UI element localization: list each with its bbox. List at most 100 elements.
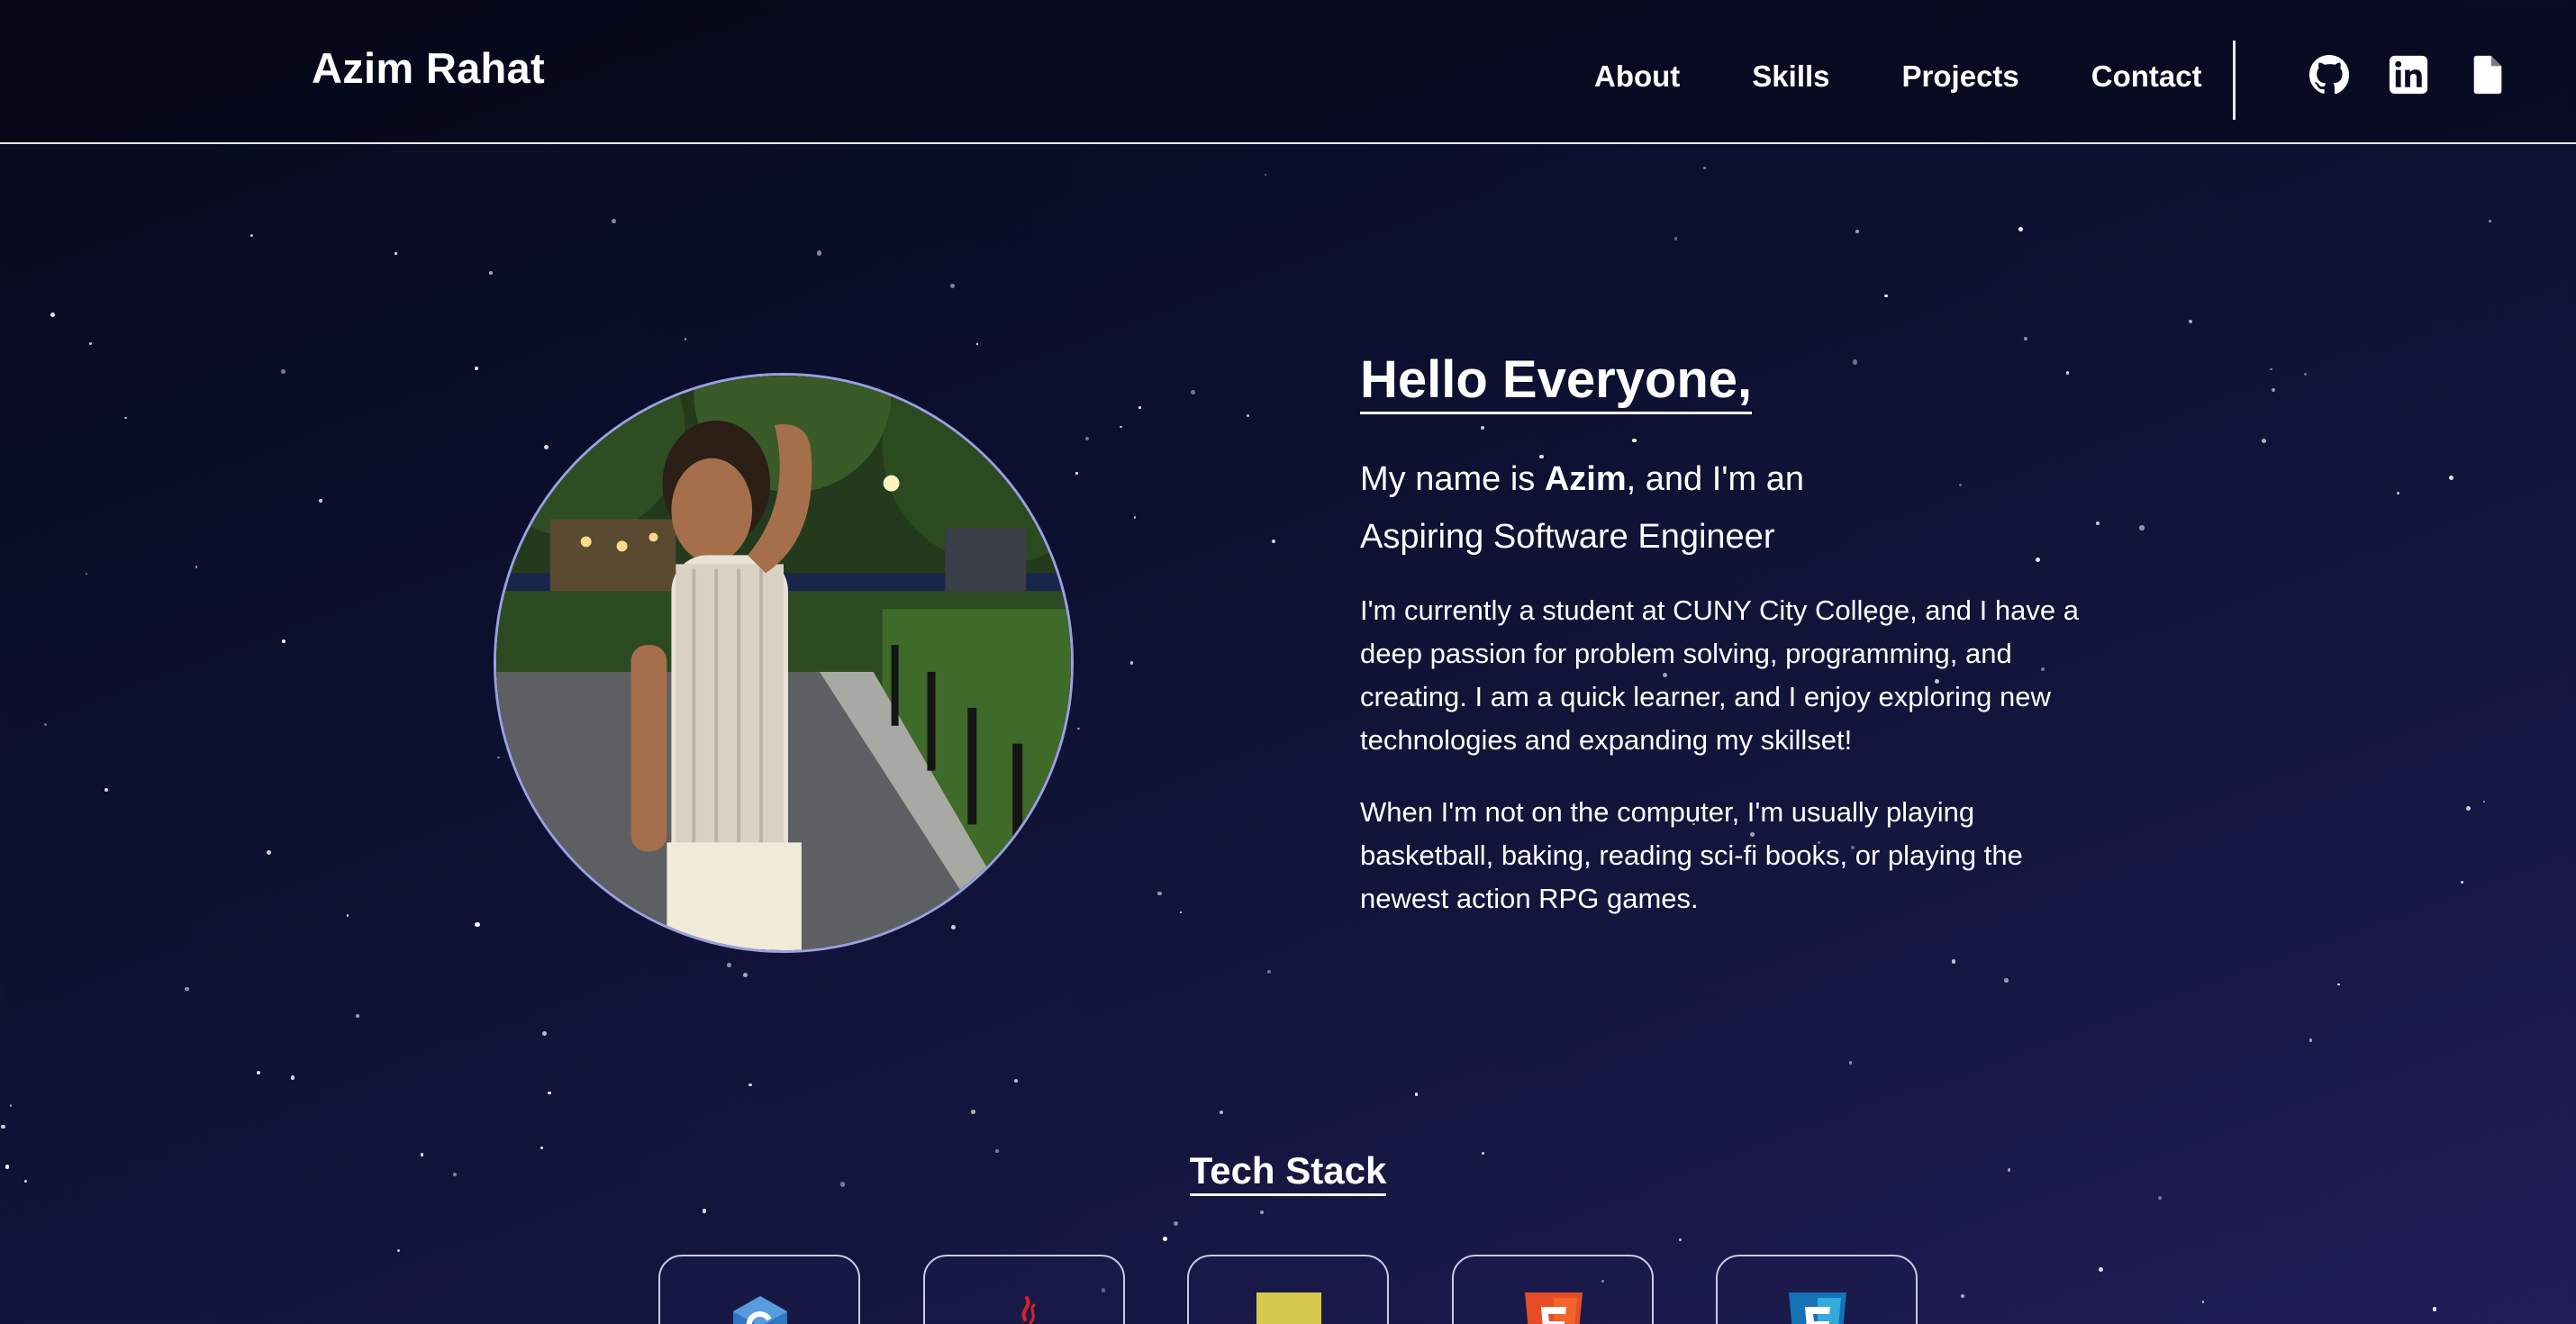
intro-paragraph-2: When I'm not on the computer, I'm usuall… bbox=[1360, 795, 2023, 914]
star bbox=[1075, 472, 1079, 475]
star bbox=[2099, 1267, 2104, 1273]
tech-stack-heading: Tech Stack bbox=[1189, 1149, 1387, 1196]
star bbox=[475, 921, 480, 928]
star bbox=[1174, 1221, 1179, 1227]
github-icon[interactable] bbox=[2308, 54, 2350, 95]
nav-link-projects[interactable]: Projects bbox=[1902, 59, 2019, 94]
star bbox=[281, 639, 286, 644]
star bbox=[88, 341, 92, 345]
star bbox=[2158, 1196, 2162, 1200]
star bbox=[541, 1030, 548, 1037]
tech-card-css3[interactable] bbox=[1716, 1255, 1918, 1324]
star bbox=[1129, 661, 1133, 665]
star bbox=[475, 366, 479, 370]
nav-link-skills[interactable]: Skills bbox=[1752, 59, 1829, 94]
star bbox=[816, 250, 822, 256]
tech-card-html5[interactable] bbox=[1452, 1255, 1654, 1324]
starfield-background bbox=[0, 0, 2576, 1324]
star bbox=[743, 973, 748, 978]
star bbox=[1156, 891, 1162, 896]
star bbox=[2432, 1307, 2437, 1311]
star bbox=[1190, 390, 1195, 395]
profile-photo bbox=[494, 373, 1074, 953]
star bbox=[185, 986, 189, 992]
star bbox=[2018, 226, 2023, 231]
star bbox=[2024, 337, 2027, 340]
star bbox=[2261, 438, 2267, 444]
javascript-logo-icon bbox=[1256, 1292, 1321, 1324]
star bbox=[976, 343, 979, 346]
star bbox=[748, 1083, 753, 1087]
star bbox=[356, 1013, 360, 1018]
star bbox=[257, 1070, 261, 1075]
star bbox=[2272, 388, 2276, 392]
star bbox=[497, 756, 500, 759]
html5-logo-icon bbox=[1521, 1292, 1586, 1324]
tech-stack-section: Tech Stack bbox=[0, 1149, 2576, 1196]
tech-card-javascript[interactable] bbox=[1187, 1255, 1389, 1324]
star bbox=[2303, 372, 2307, 376]
star bbox=[1219, 1111, 1223, 1115]
star bbox=[1120, 426, 1122, 429]
profile-photo-illustration bbox=[496, 376, 1071, 950]
star bbox=[1271, 539, 1276, 544]
lead-prefix: My name is bbox=[1360, 459, 1545, 498]
star bbox=[2336, 983, 2340, 986]
java-logo-icon bbox=[993, 1292, 1057, 1324]
star bbox=[290, 1075, 295, 1080]
star bbox=[396, 1248, 401, 1253]
star bbox=[488, 270, 493, 275]
star bbox=[1679, 1238, 1683, 1242]
tech-card-java[interactable] bbox=[923, 1255, 1125, 1324]
star bbox=[1179, 911, 1182, 913]
intro-lead: My name is Azim, and I'm an Aspiring Sof… bbox=[1360, 450, 2108, 566]
star bbox=[2465, 805, 2471, 811]
tech-card-c[interactable] bbox=[658, 1255, 860, 1324]
star bbox=[2460, 881, 2463, 884]
greeting-heading: Hello Everyone, bbox=[1360, 350, 1753, 414]
star bbox=[319, 498, 323, 503]
star bbox=[702, 1209, 707, 1213]
star bbox=[1264, 173, 1267, 177]
star bbox=[950, 924, 956, 930]
lead-name: Azim bbox=[1544, 459, 1627, 498]
star bbox=[86, 572, 88, 575]
nav-links: About Skills Projects Contact bbox=[1594, 59, 2202, 94]
star bbox=[104, 787, 108, 792]
star bbox=[1162, 1237, 1167, 1242]
star bbox=[1133, 516, 1137, 519]
css3-logo-icon bbox=[1785, 1292, 1850, 1324]
star bbox=[1084, 436, 1090, 441]
intro-section: Hello Everyone, My name is Azim, and I'm… bbox=[1360, 350, 2108, 920]
star bbox=[9, 1104, 12, 1107]
star bbox=[346, 913, 349, 917]
star bbox=[195, 566, 198, 568]
site-brand[interactable]: Azim Rahat bbox=[312, 43, 545, 93]
star bbox=[2488, 219, 2492, 223]
star bbox=[44, 723, 47, 727]
nav-divider bbox=[2233, 41, 2236, 120]
star bbox=[949, 283, 955, 288]
linkedin-icon[interactable] bbox=[2388, 54, 2429, 95]
star bbox=[1077, 727, 1080, 730]
star bbox=[2188, 319, 2193, 324]
star bbox=[2308, 1038, 2313, 1042]
star bbox=[1673, 237, 1678, 240]
star bbox=[124, 416, 127, 420]
star bbox=[611, 218, 617, 224]
star bbox=[266, 849, 271, 856]
star bbox=[2139, 525, 2145, 531]
star bbox=[2004, 978, 2009, 983]
c-logo-icon bbox=[728, 1292, 793, 1324]
nav-link-about[interactable]: About bbox=[1594, 59, 1680, 94]
resume-file-icon[interactable] bbox=[2467, 54, 2508, 95]
star bbox=[1266, 969, 1271, 974]
star bbox=[1, 1124, 5, 1129]
star bbox=[1703, 167, 1706, 169]
star bbox=[1848, 1060, 1853, 1065]
star bbox=[548, 1091, 551, 1094]
nav-link-contact[interactable]: Contact bbox=[2091, 59, 2202, 94]
star bbox=[727, 963, 731, 968]
star bbox=[2397, 491, 2400, 494]
star bbox=[1414, 1093, 1419, 1096]
